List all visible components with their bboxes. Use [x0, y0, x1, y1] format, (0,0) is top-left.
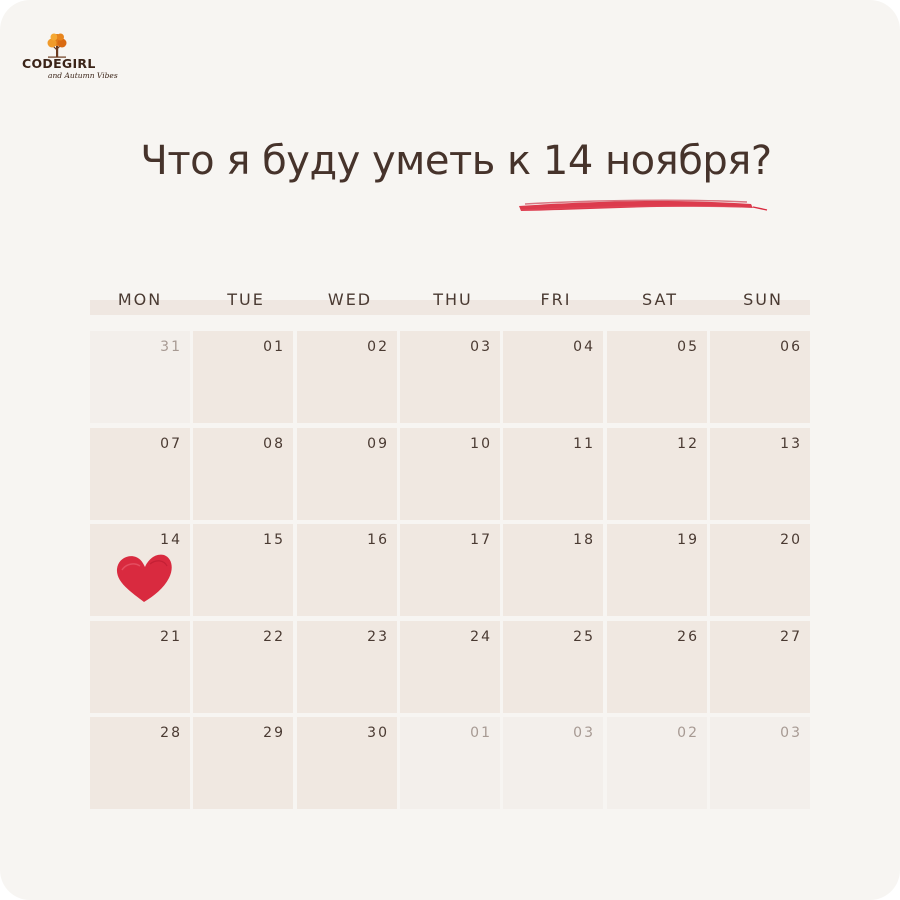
day-number: 25	[573, 629, 595, 645]
day-number: 27	[780, 629, 802, 645]
day-cell[interactable]: 23	[297, 621, 397, 713]
day-cell[interactable]: 02	[297, 331, 397, 423]
day-number: 13	[780, 436, 802, 452]
day-cell[interactable]: 10	[400, 428, 500, 520]
logo: CODEGIRL and Autumn Vibes	[22, 32, 122, 84]
day-cell[interactable]: 12	[607, 428, 707, 520]
day-cell[interactable]: 31	[90, 331, 190, 423]
day-cell[interactable]: 03	[503, 717, 603, 809]
day-number: 29	[263, 725, 285, 741]
day-number: 21	[160, 629, 182, 645]
day-number: 20	[780, 532, 802, 548]
day-cell[interactable]: 20	[710, 524, 810, 616]
day-number: 28	[160, 725, 182, 741]
day-number: 15	[263, 532, 285, 548]
day-number: 02	[367, 339, 389, 355]
day-number: 18	[573, 532, 595, 548]
day-cell[interactable]: 17	[400, 524, 500, 616]
day-cell[interactable]: 26	[607, 621, 707, 713]
day-cell[interactable]: 11	[503, 428, 603, 520]
day-number: 10	[470, 436, 492, 452]
day-cell[interactable]: 22	[193, 621, 293, 713]
day-cell[interactable]: 04	[503, 331, 603, 423]
day-cell[interactable]: 06	[710, 331, 810, 423]
autumn-tree-icon	[47, 33, 67, 58]
weekday-sat: SAT	[642, 290, 678, 309]
day-cell[interactable]: 05	[607, 331, 707, 423]
weekday-fri: FRI	[540, 290, 572, 309]
day-cell[interactable]: 09	[297, 428, 397, 520]
day-cell[interactable]: 25	[503, 621, 603, 713]
day-number: 08	[263, 436, 285, 452]
day-cell[interactable]: 07	[90, 428, 190, 520]
day-number: 03	[573, 725, 595, 741]
day-number: 24	[470, 629, 492, 645]
day-cell[interactable]: 08	[193, 428, 293, 520]
day-number: 14	[160, 532, 182, 548]
day-number: 03	[780, 725, 802, 741]
day-number: 09	[367, 436, 389, 452]
day-number: 26	[677, 629, 699, 645]
day-number: 30	[367, 725, 389, 741]
day-cell[interactable]: 01	[400, 717, 500, 809]
weekday-tue: TUE	[227, 290, 265, 309]
weekday-wed: WED	[327, 290, 373, 309]
day-cell[interactable]: 24	[400, 621, 500, 713]
weekday-thu: THU	[433, 290, 473, 309]
day-number: 12	[677, 436, 699, 452]
day-cell[interactable]: 28	[90, 717, 190, 809]
day-cell[interactable]: 03	[710, 717, 810, 809]
day-cell[interactable]: 01	[193, 331, 293, 423]
day-number: 04	[573, 339, 595, 355]
day-number: 05	[677, 339, 699, 355]
heart-icon	[116, 554, 172, 602]
day-number: 22	[263, 629, 285, 645]
day-number: 16	[367, 532, 389, 548]
day-number: 17	[470, 532, 492, 548]
day-cell[interactable]: 13	[710, 428, 810, 520]
day-cell[interactable]: 19	[607, 524, 707, 616]
day-cell[interactable]: 16	[297, 524, 397, 616]
day-cell[interactable]: 21	[90, 621, 190, 713]
day-cell[interactable]: 18	[503, 524, 603, 616]
day-number: 07	[160, 436, 182, 452]
day-cell[interactable]: 29	[193, 717, 293, 809]
weekday-sun: SUN	[743, 290, 783, 309]
day-number: 19	[677, 532, 699, 548]
day-cell[interactable]: 27	[710, 621, 810, 713]
page-title: Что я буду уметь к 14 ноября?	[140, 138, 772, 184]
day-number: 11	[573, 436, 595, 452]
day-number: 06	[780, 339, 802, 355]
day-cell[interactable]: 15	[193, 524, 293, 616]
day-number: 02	[677, 725, 699, 741]
brush-underline	[519, 199, 768, 211]
day-number: 23	[367, 629, 389, 645]
day-number: 03	[470, 339, 492, 355]
day-cell[interactable]: 30	[297, 717, 397, 809]
day-cell[interactable]: 02	[607, 717, 707, 809]
brand-tagline: and Autumn Vibes	[48, 71, 118, 80]
calendar-card: CODEGIRL and Autumn Vibes Что я буду уме…	[0, 0, 900, 900]
day-number: 01	[470, 725, 492, 741]
brand-name: CODEGIRL	[22, 56, 96, 71]
day-number: 01	[263, 339, 285, 355]
day-number: 31	[160, 339, 182, 355]
day-cell[interactable]: 03	[400, 331, 500, 423]
weekday-mon: MON	[117, 290, 163, 309]
